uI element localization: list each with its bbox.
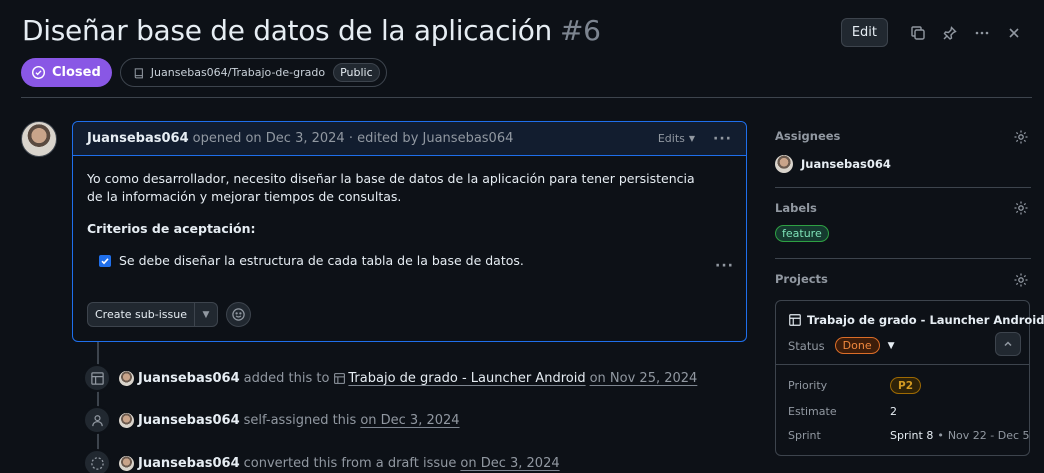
task-text: Se debe diseñar la estructura de cada ta… xyxy=(119,253,524,268)
labels-heading: Labels xyxy=(775,201,817,215)
actor-avatar[interactable] xyxy=(119,455,134,471)
timeline-action: added this to xyxy=(243,370,330,386)
comment-author[interactable]: Juansebas064 xyxy=(87,131,189,146)
timeline-actor[interactable]: Juansebas064 xyxy=(138,413,240,428)
field-sprint-value[interactable]: Sprint 8 • Nov 22 - Dec 5 xyxy=(890,429,1030,442)
project-card-divider xyxy=(776,364,1029,365)
status-field-label: Status xyxy=(788,338,825,353)
assignees-gear-icon[interactable] xyxy=(1013,129,1029,145)
task-list-item: Se debe diseñar la estructura de cada ta… xyxy=(99,252,732,270)
timeline-actor[interactable]: Juansebas064 xyxy=(138,371,240,386)
actor-avatar[interactable] xyxy=(119,370,134,386)
comment-meta: opened on Dec 3, 2024 · edited by Juanse… xyxy=(192,131,514,146)
project-card: Trabajo de grado - Launcher Android Stat… xyxy=(775,300,1044,456)
actor-avatar[interactable] xyxy=(119,412,134,428)
timeline-action: converted this from a draft issue xyxy=(243,455,457,471)
create-sub-issue-button[interactable]: Create sub-issue xyxy=(88,303,195,326)
project-title[interactable]: Trabajo de grado - Launcher Android xyxy=(788,313,1044,327)
closed-status-label: Closed xyxy=(52,65,101,80)
timeline-event-converted: Juansebas064 converted this from a draft… xyxy=(83,449,560,473)
assignee-avatar xyxy=(775,155,793,173)
comment-options-icon[interactable]: ··· xyxy=(713,131,732,147)
edits-label: Edits xyxy=(657,132,685,145)
header-divider xyxy=(21,97,1032,98)
status-done-badge[interactable]: Done xyxy=(834,337,880,354)
priority-badge[interactable]: P2 xyxy=(890,377,922,394)
sub-issue-dropdown-caret-icon[interactable]: ▼ xyxy=(195,303,217,326)
comment-body: Yo como desarrollador, necesito diseñar … xyxy=(73,156,746,270)
issue-title: Diseñar base de datos de la aplicación xyxy=(22,14,552,47)
timeline-event-self-assigned: Juansebas064 self-assigned this on Dec 3… xyxy=(83,406,460,434)
task-checkbox[interactable] xyxy=(99,255,111,267)
edits-dropdown[interactable]: Edits ▼ xyxy=(658,132,695,145)
sidebar-divider xyxy=(775,258,1031,259)
sprint-name: Sprint 8 xyxy=(890,429,934,442)
repository-pill[interactable]: Juansebas064/Trabajo-de-grado Public xyxy=(119,58,387,87)
check-circle-icon xyxy=(31,65,46,80)
author-avatar[interactable] xyxy=(21,121,57,157)
repository-name[interactable]: Juansebas064/Trabajo-de-grado xyxy=(151,66,325,79)
issue-state-row: Closed Juansebas064/Trabajo-de-grado Pub… xyxy=(21,58,387,87)
labels-gear-icon[interactable] xyxy=(1013,200,1029,216)
draft-issue-icon xyxy=(83,449,111,473)
sprint-dates: Nov 22 - Dec 5 xyxy=(947,429,1030,442)
timeline-actor[interactable]: Juansebas064 xyxy=(138,456,240,471)
field-estimate-label: Estimate xyxy=(788,405,837,418)
sidebar-divider xyxy=(775,187,1031,188)
assignee-item[interactable]: Juansebas064 xyxy=(775,155,891,173)
issue-number: #6 xyxy=(559,14,601,47)
comment-text: Yo como desarrollador, necesito diseñar … xyxy=(87,171,695,204)
field-priority-value[interactable]: P2 xyxy=(890,377,922,394)
edit-button[interactable]: Edit xyxy=(840,18,888,47)
issue-title-row: Diseñar base de datos de la aplicación #… xyxy=(22,14,601,54)
timeline-date[interactable]: on Dec 3, 2024 xyxy=(360,413,459,428)
timeline-action: self-assigned this xyxy=(243,412,357,428)
comment-header: Juansebas064 opened on Dec 3, 2024 · edi… xyxy=(73,122,746,156)
closed-status-badge: Closed xyxy=(21,58,112,87)
criteria-heading: Criterios de aceptación: xyxy=(87,221,256,236)
projects-gear-icon[interactable] xyxy=(1013,272,1029,288)
collapse-chevron-up-icon[interactable] xyxy=(995,332,1021,356)
projects-heading: Projects xyxy=(775,272,828,286)
assignee-name[interactable]: Juansebas064 xyxy=(801,157,891,171)
project-table-icon xyxy=(334,372,346,384)
timeline-date[interactable]: on Nov 25, 2024 xyxy=(590,371,698,386)
create-sub-issue-split-button: Create sub-issue ▼ xyxy=(87,302,218,327)
field-sprint-label: Sprint xyxy=(788,429,821,442)
timeline-date[interactable]: on Dec 3, 2024 xyxy=(460,456,559,471)
header-actions: Edit xyxy=(840,18,1030,47)
copy-icon[interactable] xyxy=(902,18,934,47)
check-icon xyxy=(101,258,109,265)
comment-actions: Create sub-issue ▼ xyxy=(87,302,251,327)
project-status: Status Done ▼ xyxy=(788,337,895,354)
project-name[interactable]: Trabajo de grado - Launcher Android xyxy=(807,313,1044,327)
label-feature[interactable]: feature xyxy=(775,225,829,242)
kebab-menu-icon[interactable] xyxy=(966,18,998,47)
close-icon[interactable] xyxy=(998,18,1030,47)
timeline-event-added-to-project: Juansebas064 added this to Trabajo de gr… xyxy=(83,364,697,392)
chevron-down-icon: ▼ xyxy=(688,134,696,143)
pin-icon[interactable] xyxy=(934,18,966,47)
field-priority-label: Priority xyxy=(788,379,828,392)
timeline-project-link[interactable]: Trabajo de grado - Launcher Android xyxy=(348,371,585,386)
field-estimate-value[interactable]: 2 xyxy=(890,405,897,418)
sprint-separator: • xyxy=(937,429,944,442)
table-icon xyxy=(83,364,111,392)
visibility-badge: Public xyxy=(333,63,380,82)
assignees-heading: Assignees xyxy=(775,129,841,143)
project-table-icon xyxy=(789,314,801,326)
add-reaction-smiley-icon[interactable] xyxy=(225,302,251,327)
task-options-icon[interactable]: ··· xyxy=(715,258,734,274)
repo-icon xyxy=(134,67,143,78)
issue-body-comment: Juansebas064 opened on Dec 3, 2024 · edi… xyxy=(72,121,747,342)
person-icon xyxy=(83,406,111,434)
status-dropdown-caret-icon[interactable]: ▼ xyxy=(888,341,895,351)
